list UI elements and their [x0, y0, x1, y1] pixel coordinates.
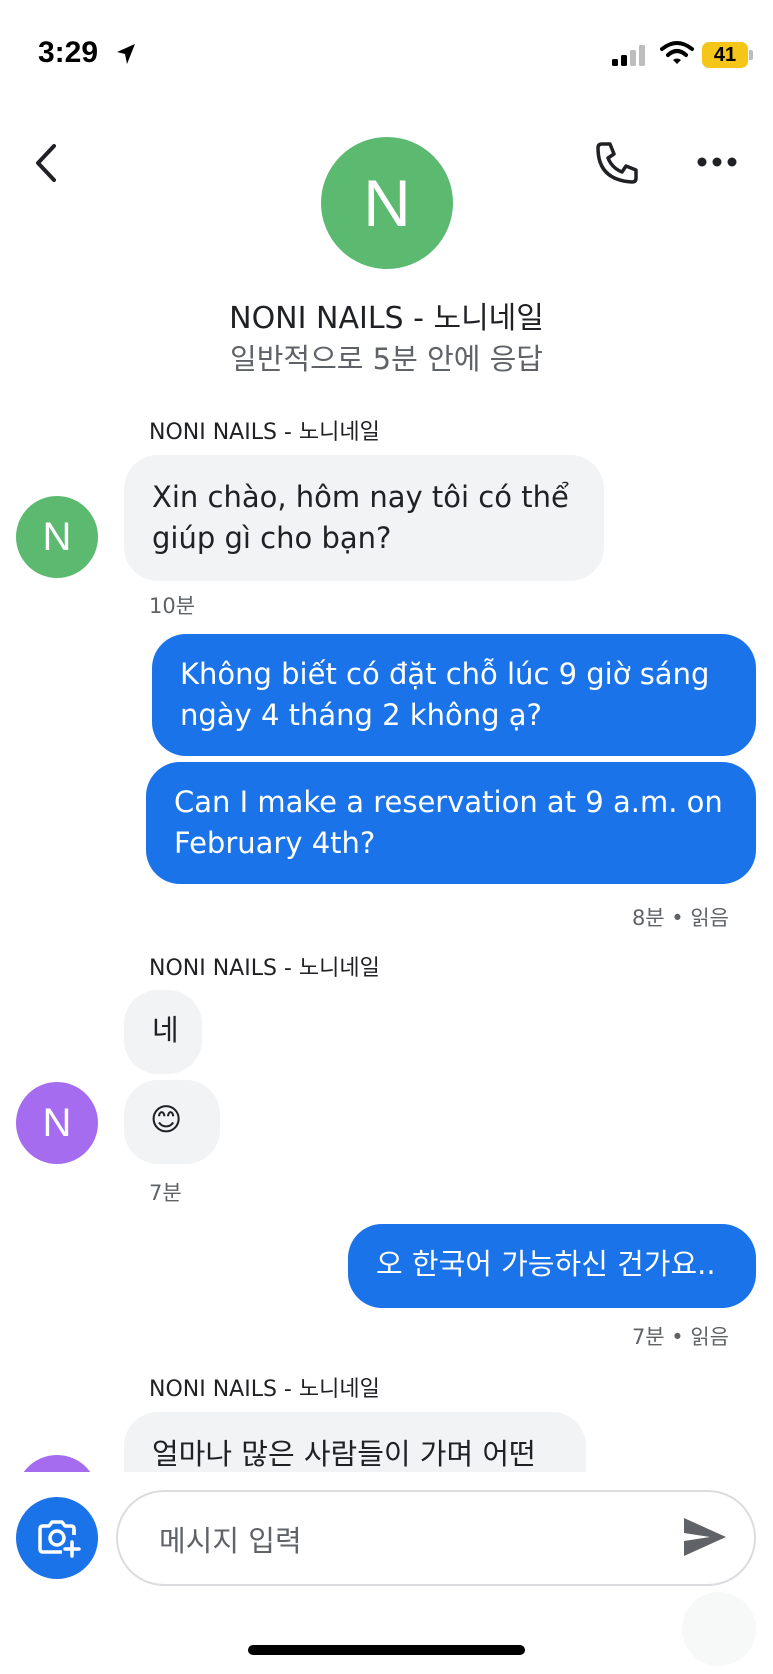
message-read-status: 7분 • 읽음: [631, 1325, 729, 1349]
outgoing-message-bubble[interactable]: Không biết có đặt chỗ lúc 9 giờ sáng ngà…: [152, 634, 756, 756]
message-timestamp: 7분: [149, 1181, 182, 1205]
message-read-status: 8분 • 읽음: [631, 906, 729, 930]
sender-avatar: N: [16, 496, 98, 578]
sender-name: NONI NAILS - 노니네일: [149, 956, 380, 981]
battery-tip: [749, 50, 753, 60]
status-time: 3:29: [38, 36, 99, 69]
response-time-subtitle: 일반적으로 5분 안에 응답: [230, 342, 543, 376]
incoming-message-bubble[interactable]: Xin chào, hôm nay tôi có thể giúp gì cho…: [124, 455, 604, 581]
message-timestamp: 10분: [149, 594, 196, 618]
back-arrow-icon[interactable]: [28, 138, 64, 188]
sender-name: NONI NAILS - 노니네일: [149, 1377, 380, 1402]
contact-name: NONI NAILS - 노니네일: [229, 301, 544, 336]
emoji-message-bubble[interactable]: 😊: [124, 1080, 220, 1164]
sender-name: NONI NAILS - 노니네일: [149, 420, 380, 445]
camera-add-icon: [38, 1520, 81, 1558]
incoming-message-bubble[interactable]: 네: [124, 990, 202, 1074]
location-arrow-icon: [117, 44, 135, 64]
contact-avatar: N: [321, 137, 453, 269]
home-indicator: [248, 1645, 525, 1655]
battery-indicator: 41: [702, 42, 748, 68]
sender-avatar: N: [16, 1082, 98, 1164]
outgoing-message-bubble[interactable]: Can I make a reservation at 9 a.m. on Fe…: [146, 762, 756, 884]
message-input-placeholder: 메시지 입력: [159, 1524, 302, 1558]
camera-add-button[interactable]: [16, 1497, 98, 1579]
wifi-icon: [660, 41, 694, 64]
scroll-down-button[interactable]: [682, 1592, 756, 1666]
send-icon[interactable]: [680, 1514, 730, 1560]
more-icon[interactable]: [692, 150, 742, 174]
phone-icon[interactable]: [592, 138, 642, 188]
outgoing-message-bubble[interactable]: 오 한국어 가능하신 건가요..: [348, 1224, 756, 1308]
signal-icon: [612, 45, 645, 66]
